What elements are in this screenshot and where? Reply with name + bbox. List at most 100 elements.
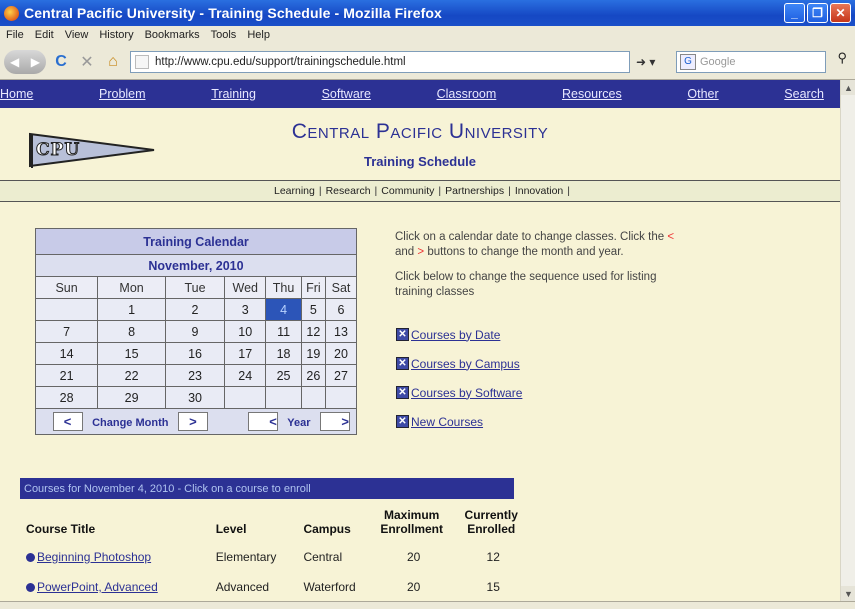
subnav-learning[interactable]: Learning (270, 185, 319, 197)
calendar-day[interactable]: 20 (325, 342, 357, 365)
calendar-day[interactable]: 23 (164, 364, 226, 387)
subnav-community[interactable]: Community (377, 185, 438, 197)
next-month-button[interactable]: > (177, 412, 208, 431)
calendar-week: 28 29 30 (34, 386, 357, 409)
nav-problem[interactable]: Problem (99, 87, 146, 101)
home-icon[interactable]: ⌂ (102, 51, 124, 73)
next-year-button[interactable]: > (320, 412, 350, 431)
calendar-day[interactable]: 13 (325, 320, 357, 343)
calendar-day[interactable]: 3 (224, 298, 267, 321)
nav-software[interactable]: Software (322, 87, 371, 101)
go-icon[interactable]: ➜ ▾ (636, 55, 666, 69)
nav-home[interactable]: Home (0, 87, 33, 101)
nav-other[interactable]: Other (687, 87, 718, 101)
calendar-day[interactable]: 5 (300, 298, 327, 321)
site-nav: Home Problem Training Software Classroom… (0, 80, 840, 108)
calendar-day[interactable]: 26 (300, 364, 327, 387)
search-icon[interactable]: ⚲ (837, 50, 847, 66)
search-input[interactable]: G Google (676, 50, 826, 73)
calendar-day[interactable]: 21 (34, 364, 99, 387)
nav-classroom[interactable]: Classroom (437, 87, 497, 101)
maximize-button[interactable]: ❐ (807, 3, 828, 23)
prev-month-button[interactable]: < (52, 412, 83, 431)
subnav-partnerships[interactable]: Partnerships (441, 185, 508, 197)
weekday-label: Thu (265, 276, 302, 299)
calendar-day[interactable]: 6 (325, 298, 357, 321)
col-campus: Campus (303, 522, 351, 536)
scroll-down-icon[interactable]: ▼ (841, 586, 855, 601)
menu-bookmarks[interactable]: Bookmarks (145, 29, 200, 41)
subnav-innovation[interactable]: Innovation (511, 185, 567, 197)
prev-year-button[interactable]: < (247, 412, 278, 431)
url-text: http://www.cpu.edu/support/trainingsched… (155, 55, 406, 68)
calendar-day[interactable]: 14 (34, 342, 99, 365)
nav-training[interactable]: Training (211, 87, 256, 101)
calendar-day[interactable]: 10 (224, 320, 267, 343)
menu-edit[interactable]: Edit (35, 29, 54, 41)
courses-banner: Courses for November 4, 2010 - Click on … (20, 478, 514, 499)
course-campus: Waterford (303, 580, 356, 594)
calendar-day[interactable]: 12 (300, 320, 327, 343)
calendar-day[interactable]: 15 (97, 342, 166, 365)
calendar-day[interactable]: 25 (265, 364, 302, 387)
window-controls: _ ❐ ✕ (784, 3, 851, 23)
calendar-day[interactable]: 29 (97, 386, 166, 409)
close-button[interactable]: ✕ (830, 3, 851, 23)
calendar-day[interactable]: 18 (265, 342, 302, 365)
scroll-up-icon[interactable]: ▲ (841, 80, 855, 95)
new-courses-link[interactable]: New Courses (411, 415, 483, 429)
header-line: Maximum (383, 508, 440, 522)
change-month-label: Change Month (92, 417, 169, 429)
calendar-day-selected[interactable]: 4 (265, 298, 302, 321)
calendar-day[interactable]: 22 (97, 364, 166, 387)
nav-search[interactable]: Search (784, 87, 824, 101)
back-forward-buttons[interactable]: ◀ ▶ (4, 49, 46, 74)
calendar-day[interactable]: 27 (325, 364, 357, 387)
minimize-button[interactable]: _ (784, 3, 805, 23)
sort-option: ✕ Courses by Date (396, 320, 522, 349)
nav-resources[interactable]: Resources (562, 87, 622, 101)
menu-file[interactable]: File (6, 29, 24, 41)
menu-tools[interactable]: Tools (211, 29, 237, 41)
calendar-day[interactable]: 16 (164, 342, 226, 365)
courses-by-date-link[interactable]: Courses by Date (411, 328, 500, 342)
calendar-day[interactable]: 7 (34, 320, 99, 343)
calendar-day[interactable]: 24 (224, 364, 267, 387)
calendar-day[interactable]: 2 (164, 298, 226, 321)
menu-help[interactable]: Help (247, 29, 270, 41)
calendar-day[interactable]: 1 (97, 298, 166, 321)
course-link[interactable]: PowerPoint, Advanced (37, 580, 158, 594)
url-bar[interactable]: http://www.cpu.edu/support/trainingsched… (130, 50, 630, 73)
table-row: PowerPoint, Advanced Advanced Waterford … (20, 572, 530, 601)
vertical-scrollbar[interactable]: ▲ ▼ (840, 80, 855, 601)
bullet-icon (26, 583, 35, 593)
calendar-day (265, 386, 302, 409)
calendar-day[interactable]: 11 (265, 320, 302, 343)
menu-view[interactable]: View (65, 29, 89, 41)
page-title: Training Schedule (364, 154, 476, 169)
courses-by-campus-link[interactable]: Courses by Campus (411, 357, 520, 371)
calendar-month: November, 2010 (35, 254, 357, 277)
subnav-research[interactable]: Research (322, 185, 375, 197)
course-link[interactable]: Beginning Photoshop (37, 550, 151, 564)
back-icon[interactable]: ◀ (10, 55, 19, 69)
calendar-day[interactable]: 17 (224, 342, 267, 365)
stop-icon[interactable]: ✕ (76, 51, 98, 73)
course-max: 20 (406, 580, 421, 594)
forward-icon[interactable]: ▶ (31, 55, 40, 69)
calendar-day[interactable]: 28 (34, 386, 99, 409)
google-icon: G (680, 53, 696, 70)
sequence-instructions: Click below to change the sequence used … (395, 271, 657, 298)
courses-by-software-link[interactable]: Courses by Software (411, 386, 522, 400)
year-controls: < Year > (224, 408, 357, 435)
calendar-day[interactable]: 9 (164, 320, 226, 343)
menu-history[interactable]: History (99, 29, 133, 41)
calendar-day[interactable]: 19 (300, 342, 327, 365)
calendar-day[interactable]: 8 (97, 320, 166, 343)
reload-icon[interactable]: C (50, 51, 72, 73)
calendar-day[interactable]: 30 (164, 386, 226, 409)
course-max: 20 (406, 550, 421, 564)
sort-option: ✕ New Courses (396, 407, 522, 436)
instruction-text: Click on a calendar date to change class… (395, 231, 665, 243)
weekday-label: Tue (164, 276, 226, 299)
